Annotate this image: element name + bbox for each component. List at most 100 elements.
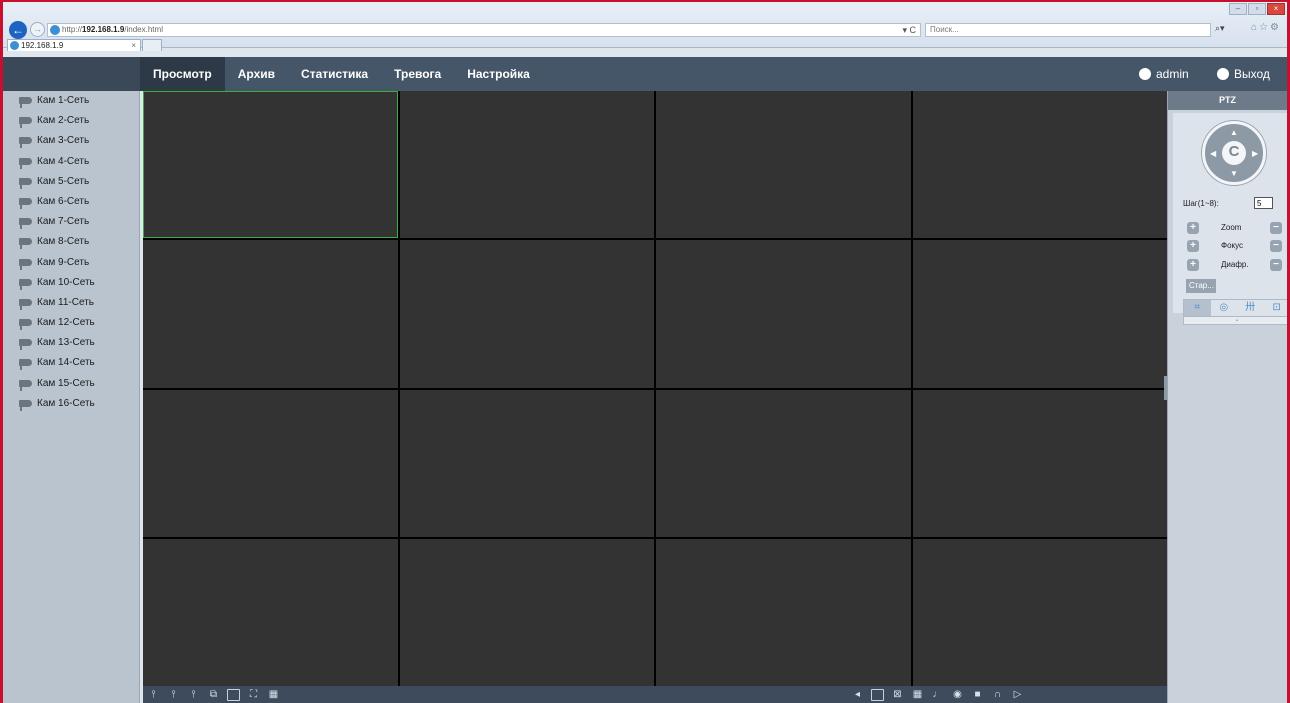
stream-2-icon[interactable]: ⫯ [167, 689, 180, 701]
focus-in-button[interactable]: + [1187, 240, 1199, 252]
video-cell[interactable] [656, 91, 911, 239]
back-button[interactable]: ← [9, 21, 27, 39]
video-cell[interactable] [399, 389, 654, 537]
preview-icon[interactable] [227, 689, 240, 701]
camera-list-item[interactable]: Кам 7-Сеть [3, 212, 139, 232]
camera-label: Кам 16-Сеть [37, 397, 95, 409]
ptz-down-icon[interactable]: ▼ [1230, 169, 1238, 178]
video-cell[interactable] [656, 240, 911, 388]
camera-list-item[interactable]: Кам 13-Сеть [3, 333, 139, 353]
camera-list: Кам 1-Сеть Кам 2-Сеть Кам 3-Сеть Кам 4-Сеть… [3, 91, 140, 703]
ptz-tab-cruise-icon[interactable]: ◎ [1211, 300, 1238, 316]
camera-list-item[interactable]: Кам 6-Сеть [3, 192, 139, 212]
play-icon[interactable]: ▷ [1011, 689, 1024, 701]
camera-label: Кам 10-Сеть [37, 276, 95, 288]
camera-list-item[interactable]: Кам 11-Сеть [3, 293, 139, 313]
close-window-button[interactable]: × [1267, 3, 1285, 15]
video-cell[interactable] [399, 538, 654, 686]
forward-button[interactable]: → [30, 22, 45, 37]
video-cell[interactable] [399, 91, 654, 239]
ptz-tab-preset-icon[interactable]: ⌗ [1184, 300, 1211, 316]
video-cell[interactable] [143, 91, 398, 239]
focus-out-button[interactable]: − [1270, 240, 1282, 252]
layout-icon[interactable]: ▦ [267, 689, 280, 701]
audio-icon[interactable]: ∩ [991, 689, 1004, 701]
minimize-button[interactable]: – [1229, 3, 1247, 15]
new-tab-button[interactable] [142, 39, 162, 51]
video-cell[interactable] [656, 538, 911, 686]
fullscreen-icon[interactable]: ⛶ [247, 689, 260, 701]
camera-list-item[interactable]: Кам 9-Сеть [3, 253, 139, 273]
ptz-direction-dial[interactable]: ▲ ▼ ◀ ▶ C [1202, 121, 1266, 185]
camera-list-item[interactable]: Кам 12-Сеть [3, 313, 139, 333]
user-info[interactable]: admin [1139, 57, 1189, 91]
camera-list-item[interactable]: Кам 16-Сеть [3, 394, 139, 414]
camera-list-item[interactable]: Кам 3-Сеть [3, 131, 139, 151]
mic-icon[interactable]: ♩ [931, 689, 944, 701]
video-cell[interactable] [143, 538, 398, 686]
grid-icon[interactable]: ⊠ [891, 689, 904, 701]
browser-tab[interactable]: 192.168.1.9 × [7, 39, 141, 51]
menu-item-3[interactable]: Тревога [381, 57, 454, 91]
address-bar[interactable]: http://192.168.1.9/index.html ▾ C [47, 23, 921, 37]
prev-icon[interactable]: ◂ [851, 689, 864, 701]
layout-grid-icon[interactable]: ▦ [911, 689, 924, 701]
logout-button[interactable]: Выход [1217, 57, 1270, 91]
video-cell[interactable] [656, 389, 911, 537]
iris-open-button[interactable]: + [1187, 259, 1199, 271]
camera-label: Кам 1-Сеть [37, 95, 90, 106]
camera-list-item[interactable]: Кам 10-Сеть [3, 273, 139, 293]
video-cell[interactable] [912, 91, 1167, 239]
zoom-label: Zoom [1221, 223, 1242, 232]
ptz-step-input[interactable] [1254, 197, 1273, 209]
video-cell[interactable] [143, 240, 398, 388]
refresh-icon[interactable]: ▾ C [902, 24, 916, 36]
window-controls: – ▫ × [1229, 3, 1287, 17]
ptz-tab-track-icon[interactable]: ⊡ [1264, 300, 1288, 316]
camera-list-item[interactable]: Кам 4-Сеть [3, 152, 139, 172]
maximize-button[interactable]: ▫ [1248, 3, 1266, 15]
menu-item-1[interactable]: Архив [225, 57, 288, 91]
ptz-tab-expand-icon[interactable]: ⌄ [1183, 317, 1287, 325]
ptz-right-icon[interactable]: ▶ [1252, 149, 1258, 158]
ptz-tab-pattern-icon[interactable]: 卅 [1237, 300, 1264, 316]
stream-3-icon[interactable]: ⫯ [187, 689, 200, 701]
camera-list-item[interactable]: Кам 8-Сеть [3, 232, 139, 252]
snapshot-icon[interactable]: ◉ [951, 689, 964, 701]
camera-list-item[interactable]: Кам 2-Сеть [3, 111, 139, 131]
copy-icon[interactable]: ⧉ [207, 689, 220, 701]
close-all-icon[interactable] [871, 689, 884, 701]
ptz-auto-icon[interactable]: C [1222, 141, 1246, 165]
url-prefix: http:// [62, 25, 83, 34]
camera-label: Кам 7-Сеть [37, 216, 90, 228]
iris-close-button[interactable]: − [1270, 259, 1282, 271]
camera-list-item[interactable]: Кам 14-Сеть [3, 353, 139, 373]
camera-list-item[interactable]: Кам 5-Сеть [3, 172, 139, 192]
record-icon[interactable]: ■ [971, 689, 984, 701]
tab-close-icon[interactable]: × [131, 40, 136, 51]
video-cell[interactable] [399, 240, 654, 388]
ptz-start-button[interactable]: Стар... [1186, 279, 1216, 293]
video-cell[interactable] [143, 389, 398, 537]
home-favorites-icons[interactable]: ⌂☆⚙ [1251, 22, 1281, 33]
browser-search-input[interactable]: Поиск... [925, 23, 1211, 37]
menu-item-0[interactable]: Просмотр [140, 57, 225, 91]
stream-1-icon[interactable]: ⫯ [147, 689, 160, 701]
camera-list-item[interactable]: Кам 15-Сеть [3, 374, 139, 394]
zoom-in-button[interactable]: + [1187, 222, 1199, 234]
zoom-out-button[interactable]: − [1270, 222, 1282, 234]
menu-item-2[interactable]: Статистика [288, 57, 381, 91]
ptz-up-icon[interactable]: ▲ [1230, 128, 1238, 137]
camera-icon [19, 177, 32, 189]
video-cell[interactable] [912, 389, 1167, 537]
camera-icon [19, 379, 32, 391]
browser-titlebar: – ▫ × ← → http://192.168.1.9/index.html … [3, 2, 1287, 51]
ptz-left-icon[interactable]: ◀ [1210, 149, 1216, 158]
video-cell[interactable] [912, 240, 1167, 388]
camera-list-item[interactable]: Кам 1-Сеть [3, 91, 139, 111]
video-cell[interactable] [912, 538, 1167, 686]
ptz-focus-row: + Фокус − [1183, 239, 1282, 253]
search-icon[interactable]: ⌕▾ [1215, 23, 1225, 34]
camera-icon [19, 339, 32, 351]
menu-item-4[interactable]: Настройка [454, 57, 543, 91]
